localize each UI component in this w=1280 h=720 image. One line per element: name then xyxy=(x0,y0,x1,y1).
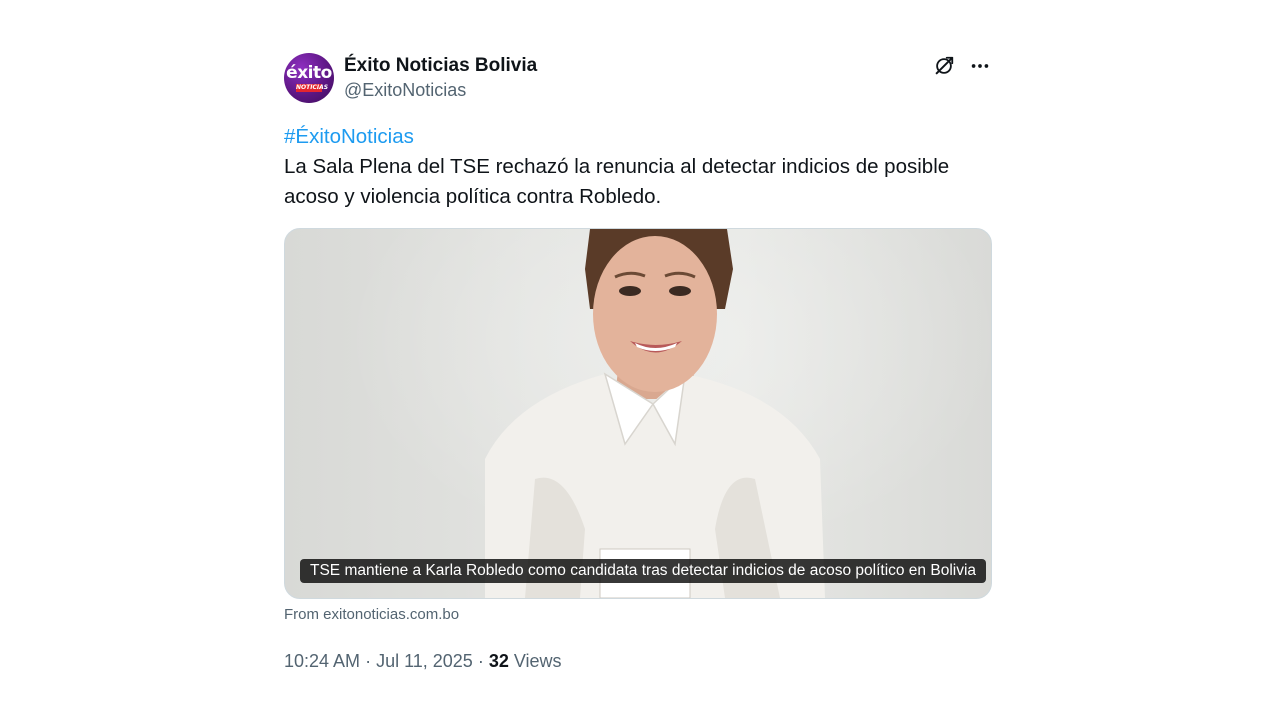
avatar-logo-subtext: NOTICIAS xyxy=(296,84,329,92)
meta-separator: · xyxy=(472,651,489,671)
card-image xyxy=(485,229,825,598)
hashtag-link[interactable]: #ÉxitoNoticias xyxy=(284,122,992,152)
display-name[interactable]: Éxito Noticias Bolivia xyxy=(344,54,537,78)
tweet: éxito NOTICIAS Éxito Noticias Bolivia @E… xyxy=(284,50,992,673)
avatar-logo-text: éxito xyxy=(286,63,332,83)
tweet-body: La Sala Plena del TSE rechazó la renunci… xyxy=(284,155,950,208)
views-count: 32 xyxy=(488,651,509,671)
tweet-date[interactable]: Jul 11, 2025 xyxy=(376,651,473,671)
tweet-text: #ÉxitoNoticias La Sala Plena del TSE rec… xyxy=(284,122,992,212)
avatar[interactable]: éxito NOTICIAS xyxy=(284,53,334,103)
tweet-meta: 10:24 AM · Jul 11, 2025 · 32 Views xyxy=(284,649,992,673)
tweet-time[interactable]: 10:24 AM xyxy=(284,651,360,671)
tweet-header: éxito NOTICIAS Éxito Noticias Bolivia @E… xyxy=(284,50,992,106)
user-handle[interactable]: @ExitoNoticias xyxy=(344,78,537,102)
card-caption: TSE mantiene a Karla Robledo como candid… xyxy=(300,559,987,583)
meta-separator: · xyxy=(360,651,377,671)
views-label: Views xyxy=(508,651,562,671)
author-names: Éxito Noticias Bolivia @ExitoNoticias xyxy=(344,54,537,102)
more-options-icon[interactable] xyxy=(968,54,992,78)
grok-icon[interactable] xyxy=(932,54,956,78)
card-source[interactable]: From exitonoticias.com.bo xyxy=(284,605,992,625)
header-actions xyxy=(932,54,992,78)
link-card[interactable]: TSE mantiene a Karla Robledo como candid… xyxy=(284,228,992,599)
